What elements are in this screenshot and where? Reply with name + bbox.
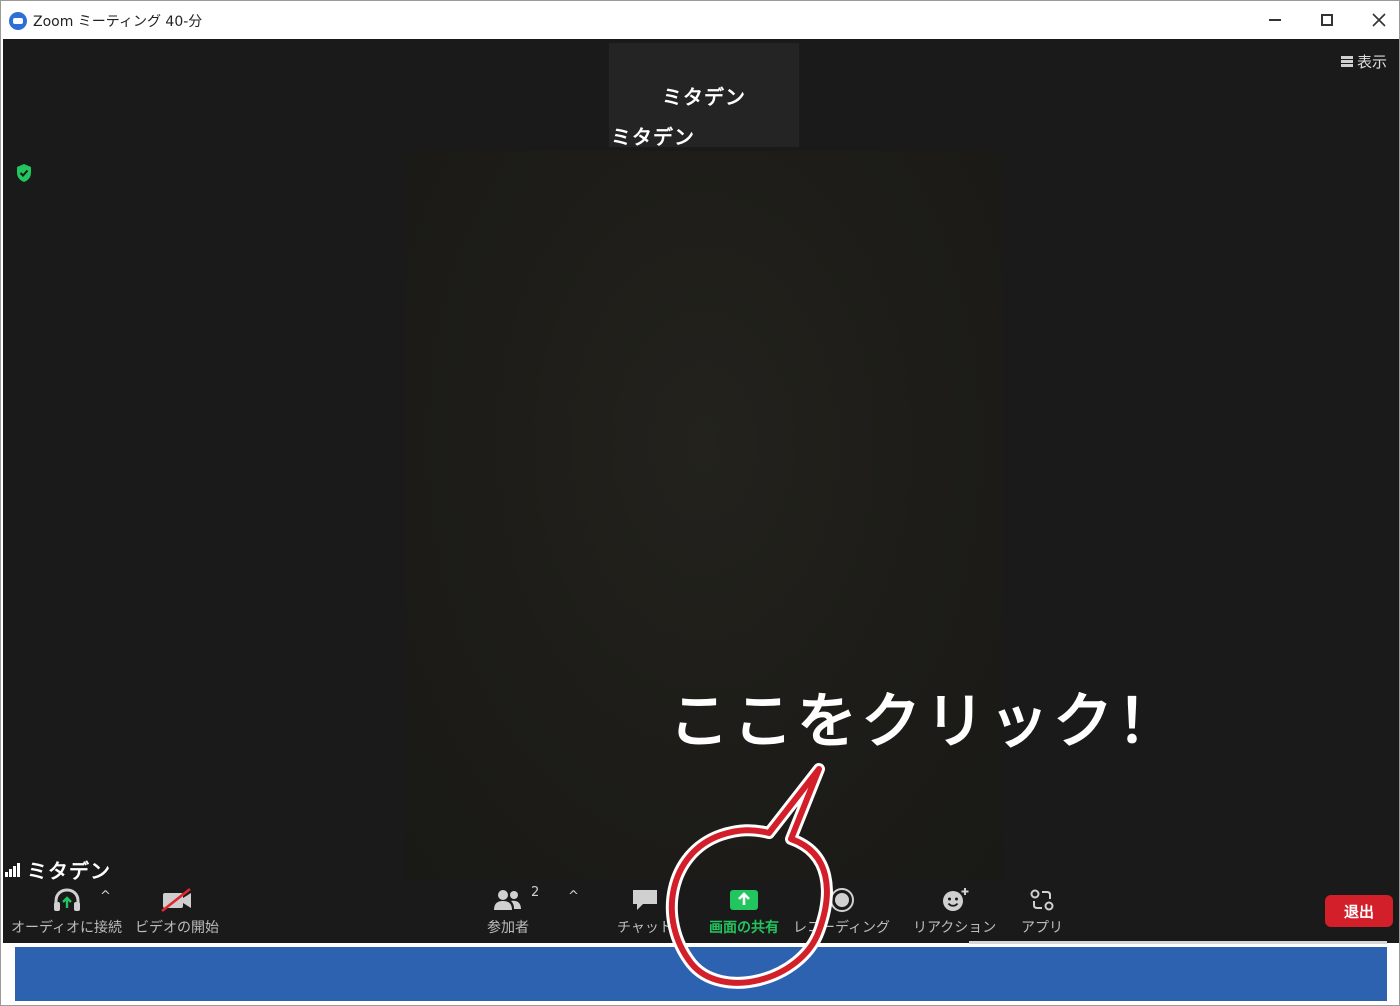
- record-icon: [828, 885, 856, 915]
- video-button[interactable]: ビデオの開始: [135, 885, 219, 937]
- video-label: ビデオの開始: [135, 920, 219, 936]
- participant-count: 2: [531, 885, 540, 900]
- participants-icon: [492, 885, 524, 915]
- chat-bubble-icon: [630, 885, 660, 915]
- video-off-icon: [160, 885, 194, 915]
- apps-label: アプリ: [1021, 920, 1063, 936]
- record-label: レコーディング: [793, 920, 891, 936]
- audio-options-caret[interactable]: ^: [100, 889, 111, 904]
- zoom-window: Zoom ミーティング 40-分 表示 ミタデン ミタデン ミタデン オーディオ…: [0, 0, 1400, 1006]
- share-screen-button[interactable]: 画面の共有: [709, 885, 779, 937]
- meeting-stage: 表示 ミタデン ミタデン ミタデン オーディオに接続 ^ ビデオの開始 参加者 …: [3, 39, 1399, 943]
- maximize-button[interactable]: [1307, 5, 1347, 35]
- signal-strength-icon: [5, 862, 21, 877]
- view-button[interactable]: 表示: [1341, 51, 1387, 72]
- participants-label: 参加者: [487, 920, 529, 936]
- smiley-plus-icon: [940, 885, 970, 915]
- callout-text: ここをクリック！: [669, 687, 1181, 757]
- title-bar: Zoom ミーティング 40-分: [1, 1, 1399, 39]
- main-video-feed: [405, 151, 1003, 881]
- participants-button[interactable]: 参加者: [487, 885, 529, 937]
- view-label: 表示: [1357, 53, 1388, 71]
- apps-icon: [1028, 885, 1056, 915]
- apps-button[interactable]: アプリ: [1021, 885, 1063, 937]
- record-button[interactable]: レコーディング: [793, 885, 890, 937]
- headphones-icon: [51, 885, 83, 915]
- thumbnail-name: ミタデン: [662, 85, 746, 109]
- audio-label: オーディオに接続: [11, 920, 123, 936]
- chat-label: チャット: [617, 920, 673, 936]
- close-button[interactable]: [1359, 5, 1399, 35]
- grid-view-icon: [1341, 56, 1353, 67]
- minimize-button[interactable]: [1255, 5, 1295, 35]
- main-video-name: ミタデン: [611, 125, 695, 149]
- taskbar-divider: [969, 941, 1387, 944]
- leave-meeting-button[interactable]: 退出: [1325, 895, 1393, 927]
- share-screen-icon: [729, 885, 759, 915]
- reactions-button[interactable]: リアクション: [913, 885, 996, 937]
- reactions-label: リアクション: [913, 920, 997, 936]
- close-icon: [1372, 13, 1386, 27]
- active-speaker-label: ミタデン: [5, 855, 111, 884]
- participants-options-caret[interactable]: ^: [568, 889, 579, 904]
- blue-footer-bar: [15, 947, 1387, 1001]
- window-title: Zoom ミーティング 40-分: [33, 14, 203, 30]
- share-screen-label: 画面の共有: [709, 920, 779, 936]
- speaker-name: ミタデン: [27, 859, 111, 883]
- meeting-toolbar: オーディオに接続 ^ ビデオの開始 参加者 2 ^ チャット 画面の共有 レコー…: [3, 885, 1399, 943]
- chat-button[interactable]: チャット: [617, 885, 673, 937]
- minimize-icon: [1269, 19, 1281, 21]
- shield-check-icon[interactable]: [15, 163, 33, 183]
- zoom-app-icon: [9, 12, 27, 30]
- maximize-icon: [1321, 14, 1333, 26]
